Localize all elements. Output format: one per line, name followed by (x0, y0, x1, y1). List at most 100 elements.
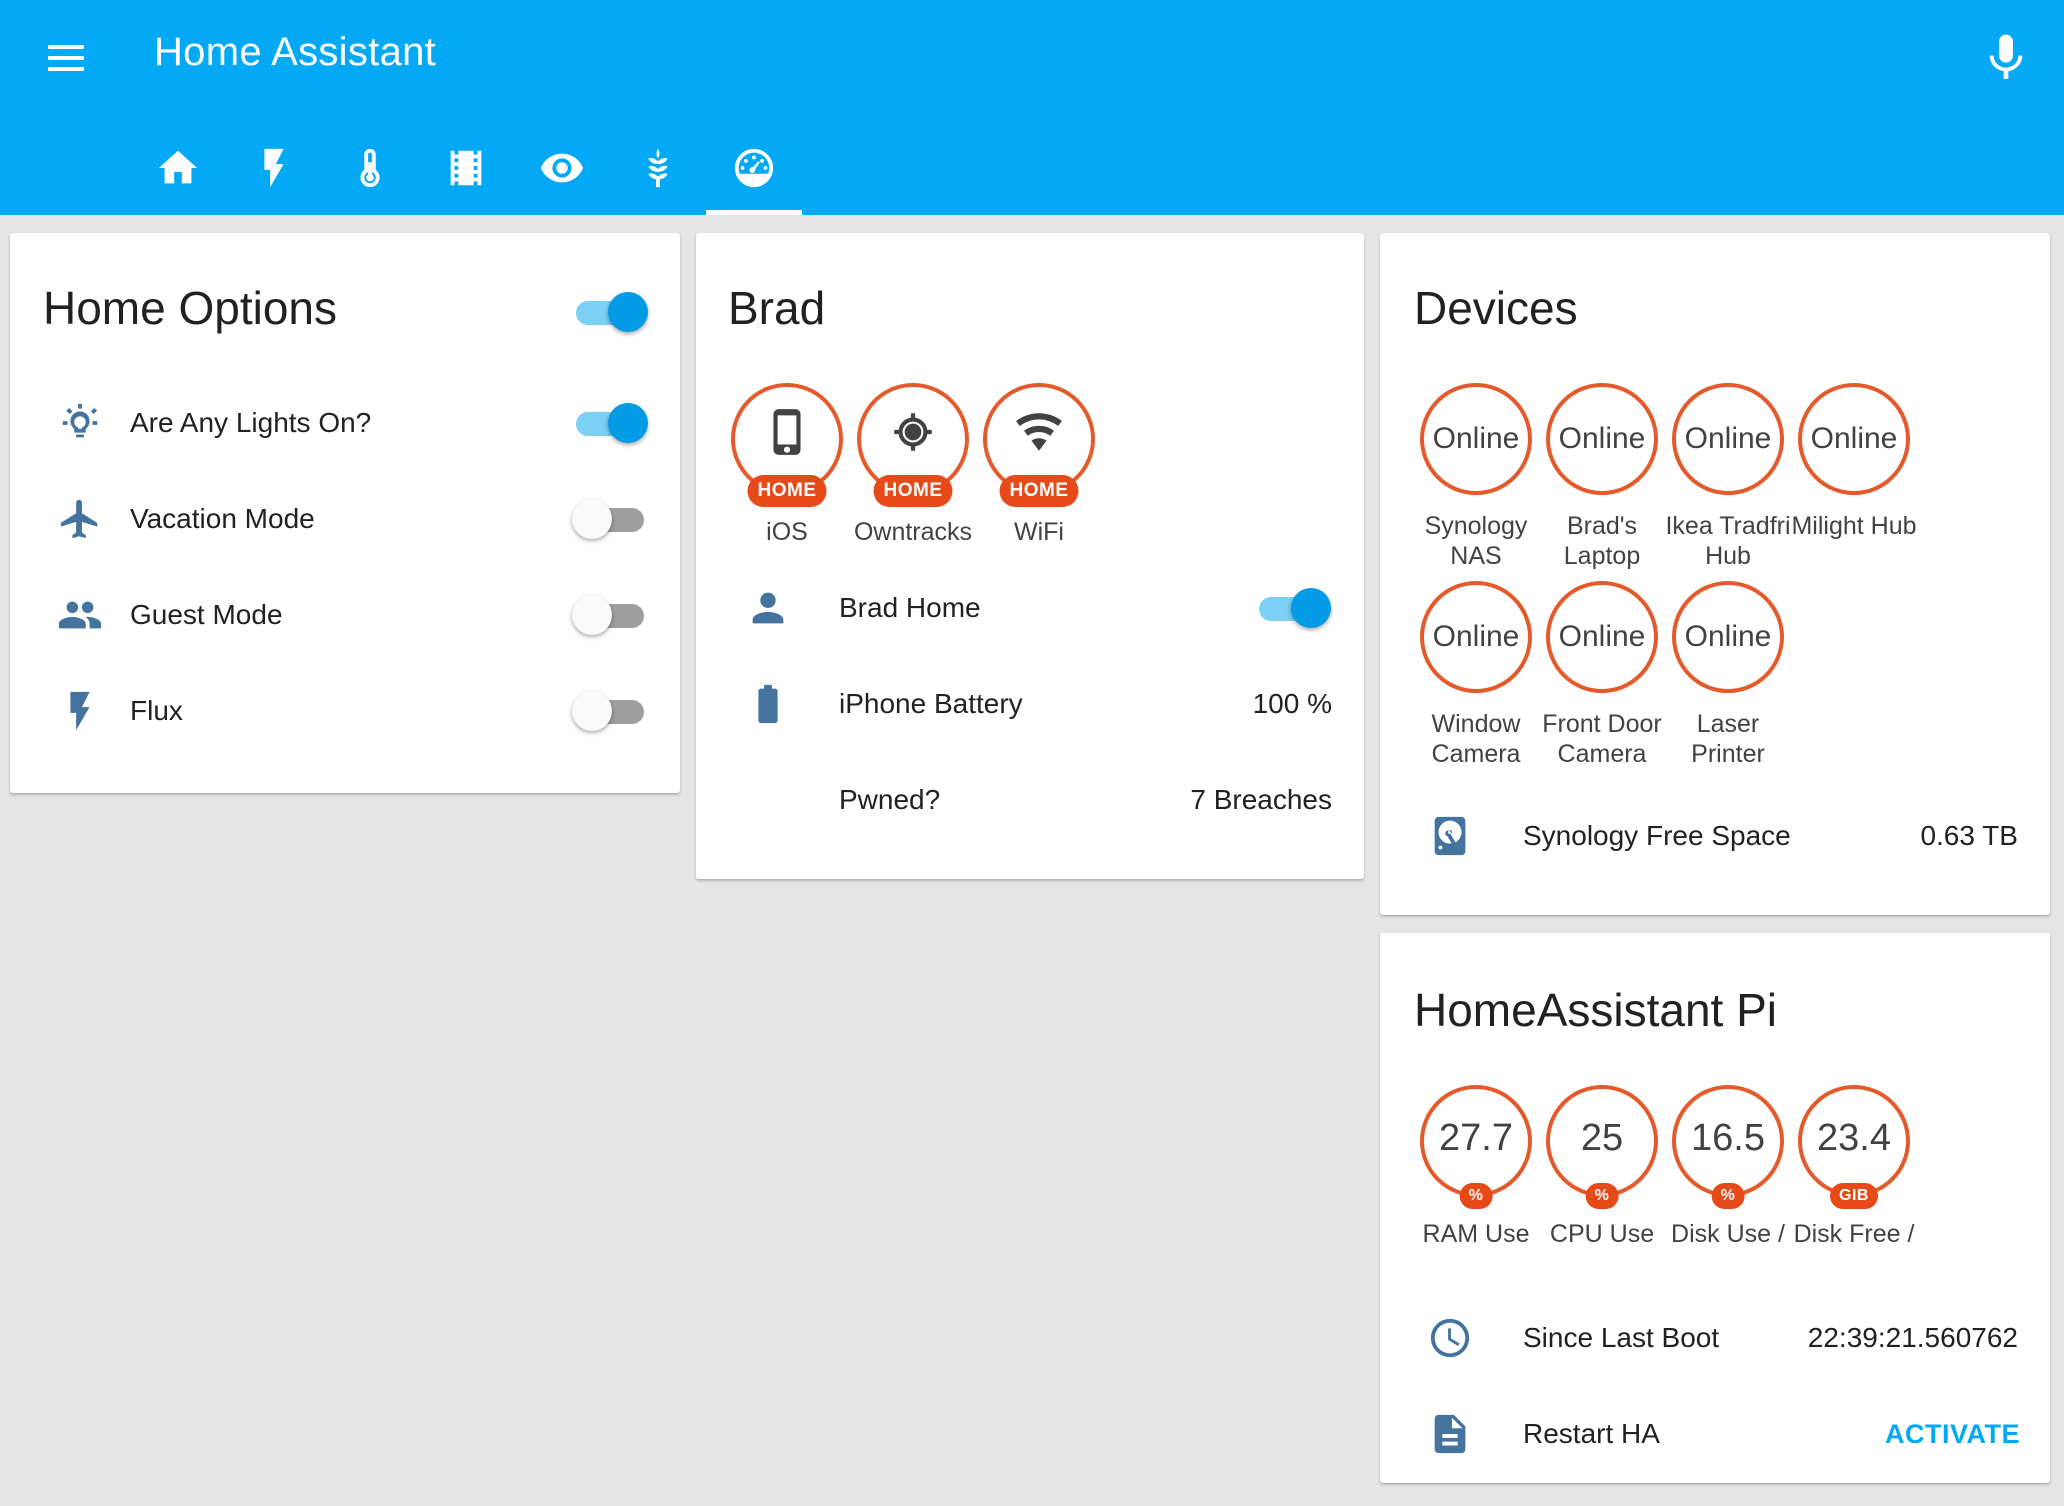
devices-card: Devices Online Synology NAS Online Brad'… (1380, 233, 2050, 915)
battery-icon (744, 680, 792, 728)
tab-cameras[interactable] (514, 120, 610, 215)
brad-home-label: Brad Home (839, 592, 981, 623)
iphone-battery-row: iPhone Battery 100 % (696, 674, 1364, 734)
badge-label: iOS (766, 518, 808, 546)
guest-toggle[interactable] (572, 593, 648, 637)
crosshairs-icon (894, 413, 932, 451)
restart-ha-row: Restart HA ACTIVATE (1380, 1404, 2050, 1464)
vacation-toggle[interactable] (572, 497, 648, 541)
badge-state: HOME (999, 475, 1079, 507)
iphone-battery-label: iPhone Battery (839, 688, 1023, 719)
badge-state: Online (1684, 620, 1772, 653)
badge-value: 25 (1580, 1116, 1624, 1159)
badge-synology-nas[interactable]: Online Synology NAS (1413, 383, 1539, 571)
person-icon (744, 584, 792, 632)
badge-state: HOME (873, 475, 953, 507)
tab-climate[interactable] (322, 120, 418, 215)
brad-home-row: Brad Home (696, 578, 1364, 638)
pwned-label: Pwned? (839, 784, 941, 815)
synology-free-space-label: Synology Free Space (1523, 820, 1791, 851)
badge-window-camera[interactable]: Online Window Camera (1413, 581, 1539, 769)
badge-value: 23.4 (1817, 1116, 1891, 1159)
badge-owntracks[interactable]: HOME Owntracks (850, 383, 976, 547)
badge-state: Online (1558, 422, 1646, 455)
gauge-icon (734, 148, 774, 187)
badge-disk-free[interactable]: 23.4 GIB Disk Free / (1791, 1085, 1917, 1249)
restart-ha-label: Restart HA (1523, 1418, 1660, 1449)
flash-icon (264, 148, 284, 187)
badge-milight-hub[interactable]: Online Milight Hub (1791, 383, 1917, 541)
badge-unit: GIB (1830, 1183, 1878, 1209)
badge-laser-printer[interactable]: Online Laser Printer (1665, 581, 1791, 769)
pwned-value: 7 Breaches (1190, 784, 1332, 815)
badge-state: Online (1810, 422, 1898, 455)
card-title: Home Options (43, 282, 338, 334)
badge-ram-use[interactable]: 27.7 % RAM Use (1413, 1085, 1539, 1249)
airplane-icon (56, 495, 104, 543)
badge-label: Ikea Tradfri Hub (1665, 512, 1791, 570)
pwned-row: Pwned? 7 Breaches (696, 770, 1364, 830)
badge-state: Online (1432, 422, 1520, 455)
badge-ios[interactable]: HOME iOS (724, 383, 850, 547)
homeassistant-pi-card: HomeAssistant Pi 27.7 % RAM Use 25 % CPU… (1380, 933, 2050, 1483)
badge-unit: % (1585, 1183, 1619, 1209)
lights-label: Are Any Lights On? (130, 407, 372, 438)
lights-row: Are Any Lights On? (10, 393, 680, 453)
badge-label: CPU Use (1549, 1220, 1655, 1248)
badge-label: Front Door Camera (1542, 710, 1662, 768)
eye-icon (540, 153, 584, 182)
tab-garden[interactable] (610, 120, 706, 215)
iphone-battery-value: 100 % (1252, 688, 1332, 719)
app-header: Home Assistant (0, 0, 2064, 215)
home-options-master-toggle[interactable] (572, 290, 648, 334)
microphone-icon[interactable] (1978, 30, 2034, 86)
since-last-boot-row: Since Last Boot 22:39:21.560762 (1380, 1308, 2050, 1368)
lights-toggle[interactable] (572, 401, 648, 445)
tab-power[interactable] (226, 120, 322, 215)
badge-wifi[interactable]: HOME WiFi (976, 383, 1102, 547)
harddisk-icon (1426, 812, 1474, 860)
badge-label: Brad's Laptop (1563, 512, 1641, 570)
flash-icon (56, 687, 104, 735)
guest-label: Guest Mode (130, 599, 283, 630)
synology-free-space-row: Synology Free Space 0.63 TB (1380, 806, 2050, 866)
view-tabs (0, 120, 2064, 215)
phone-icon (773, 409, 801, 455)
badge-unit: % (1459, 1183, 1493, 1209)
people-icon (56, 591, 104, 639)
guest-row: Guest Mode (10, 585, 680, 645)
synology-free-space-value: 0.63 TB (1920, 820, 2018, 851)
badge-label: Disk Free / (1793, 1220, 1915, 1248)
badge-brads-laptop[interactable]: Online Brad's Laptop (1539, 383, 1665, 571)
flux-toggle[interactable] (572, 689, 648, 733)
flux-label: Flux (130, 695, 183, 726)
badge-label: Disk Use / (1671, 1220, 1785, 1248)
badge-label: Owntracks (853, 518, 973, 546)
tab-system[interactable] (706, 120, 802, 215)
brad-home-toggle[interactable] (1255, 586, 1331, 630)
badge-state: Online (1684, 422, 1772, 455)
badge-value: 27.7 (1439, 1116, 1513, 1159)
flux-row: Flux (10, 681, 680, 741)
badge-disk-use[interactable]: 16.5 % Disk Use / (1665, 1085, 1791, 1249)
badge-label: Window Camera (1431, 710, 1521, 768)
badge-ikea-tradfri-hub[interactable]: Online Ikea Tradfri Hub (1665, 383, 1791, 571)
badge-cpu-use[interactable]: 25 % CPU Use (1539, 1085, 1665, 1249)
wifi-icon (1016, 413, 1062, 451)
badge-state: Online (1432, 620, 1520, 653)
badge-front-door-camera[interactable]: Online Front Door Camera (1539, 581, 1665, 769)
menu-icon[interactable] (40, 32, 92, 84)
tab-home[interactable] (130, 120, 226, 215)
home-icon (158, 150, 198, 183)
activate-button[interactable]: ACTIVATE (1885, 1419, 2020, 1450)
vacation-row: Vacation Mode (10, 489, 680, 549)
lightbulb-icon (56, 399, 104, 447)
brad-card: Brad HOME iOS HOME Owntracks HOME WiFi B… (696, 233, 1364, 879)
card-title: Devices (1414, 282, 1578, 334)
since-last-boot-value: 22:39:21.560762 (1807, 1322, 2018, 1353)
badge-label: RAM Use (1422, 1220, 1530, 1248)
badge-label: Milight Hub (1791, 512, 1917, 540)
badge-state: HOME (747, 475, 827, 507)
vacation-label: Vacation Mode (130, 503, 315, 534)
tab-media[interactable] (418, 120, 514, 215)
